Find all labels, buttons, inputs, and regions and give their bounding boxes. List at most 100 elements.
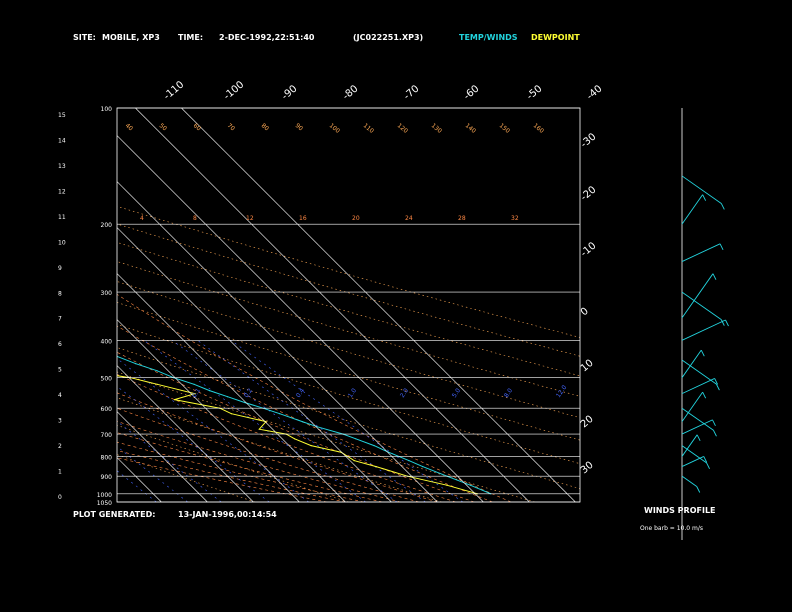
wind-barb — [681, 291, 722, 320]
moist-adiabat-line — [117, 407, 420, 502]
wind-barb — [681, 243, 721, 262]
temperature-point — [209, 390, 211, 392]
height-tick-label: 10 — [58, 239, 66, 246]
right-temperature-label: 20 — [579, 414, 596, 431]
wind-barb-flag — [702, 391, 707, 399]
pressure-tick-label: 500 — [101, 376, 113, 383]
dewpoint-point — [375, 466, 377, 468]
winds-profile-title: WINDS PROFILE — [644, 506, 716, 515]
isotherm-line — [116, 181, 438, 503]
theta-label: 70 — [226, 122, 236, 132]
wind-barb — [681, 445, 707, 464]
wind-barb-flag — [712, 419, 716, 427]
wind-barb — [681, 434, 698, 457]
dry-adiabat-line — [117, 424, 349, 502]
mixing-ratio-line — [117, 358, 309, 502]
height-tick-label: 0 — [58, 494, 62, 501]
theta-e-label: 20 — [352, 215, 360, 222]
temperature-point — [422, 466, 424, 468]
height-tick-label: 5 — [58, 367, 62, 374]
right-temperature-label: -10 — [579, 240, 599, 259]
pressure-tick-label: 200 — [101, 222, 113, 229]
pressure-tick-label: 1000 — [97, 492, 112, 499]
pressure-tick-label: 100 — [101, 106, 113, 113]
height-tick-label: 9 — [58, 265, 62, 272]
temperature-point — [355, 438, 357, 440]
height-tick-label: 14 — [58, 137, 66, 144]
isotherm-line — [116, 411, 208, 503]
dewpoint-point — [84, 370, 85, 371]
legend-temp-winds: TEMP/WINDS — [459, 33, 518, 42]
wind-barb-flag — [700, 349, 705, 357]
theta-label: 110 — [362, 122, 375, 135]
moist-adiabat-line — [117, 392, 438, 502]
theta-label: 150 — [498, 122, 511, 135]
theta-label: 60 — [192, 122, 202, 132]
temperature-point — [408, 460, 410, 462]
wind-barb-flag — [696, 486, 701, 493]
temperature-point — [244, 401, 246, 404]
theta-label: 90 — [294, 122, 304, 132]
mixing-ratio-line — [143, 340, 366, 502]
footer: PLOT GENERATED: 13-JAN-1996,00:14:54 — [73, 510, 277, 519]
wind-barb — [681, 419, 713, 435]
isotherm-line — [116, 227, 392, 503]
dewpoint-point — [310, 445, 312, 447]
dry-adiabat-line — [117, 324, 580, 465]
temperature-point — [92, 348, 93, 349]
theta-e-label: 16 — [299, 215, 307, 222]
wind-barb — [681, 391, 704, 422]
wind-barb-flag — [706, 462, 710, 470]
temperature-point — [45, 331, 46, 332]
temperature-point — [279, 413, 281, 415]
top-temperature-label: -70 — [402, 83, 422, 102]
time-value: 2-DEC-1992,22:51:40 — [219, 33, 315, 42]
mixing-ratio-label: 0.2 — [243, 387, 254, 399]
theta-label: 40 — [124, 122, 134, 132]
wind-barb-flag — [696, 434, 701, 442]
temperature-point — [373, 445, 375, 447]
height-tick-label: 3 — [58, 418, 62, 425]
moist-adiabat-line — [117, 457, 328, 502]
theta-e-label: 28 — [458, 215, 466, 222]
mixing-ratio-label: 5.0 — [451, 387, 462, 399]
theta-label: 50 — [158, 122, 168, 132]
right-temperature-label: 10 — [579, 358, 596, 375]
dewpoint-point — [258, 428, 260, 430]
theta-e-label: 24 — [405, 215, 413, 222]
isotherm-line — [116, 273, 346, 503]
temperature-point — [227, 396, 229, 398]
moist-adiabat-line — [117, 374, 456, 502]
mixing-ratio-label: 12.0 — [555, 384, 569, 399]
theta-e-label: 12 — [246, 215, 254, 222]
mixing-ratio-label: 8.0 — [503, 387, 514, 399]
wind-barb-flag — [716, 383, 720, 391]
dewpoint-point — [230, 413, 232, 415]
height-tick-label: 2 — [58, 443, 62, 450]
dewpoint-point — [353, 460, 355, 462]
dry-adiabat-line — [117, 397, 442, 502]
theta-label: 80 — [260, 122, 270, 132]
pressure-tick-label: 300 — [101, 290, 113, 297]
wind-barb — [681, 194, 704, 225]
mixing-ratio-label: 0.1 — [191, 387, 202, 399]
plot-area — [45, 206, 580, 502]
wind-barb-flag — [719, 243, 724, 250]
file-id: (JC022251.XP3) — [353, 33, 423, 42]
pressure-tick-label: 600 — [101, 406, 113, 413]
height-tick-label: 1 — [58, 469, 62, 476]
moist-adiabat-line — [117, 441, 364, 502]
plot-generated-label: PLOT GENERATED: — [73, 510, 155, 519]
dewpoint-point — [75, 359, 76, 360]
height-tick-label: 11 — [58, 214, 66, 221]
site-label: SITE: — [73, 33, 96, 42]
right-temperature-label: 0 — [579, 306, 591, 319]
top-temperature-label: -60 — [462, 83, 482, 102]
pressure-tick-label: 800 — [101, 454, 113, 461]
chart-layer: 0123456789101112131415100200300400500600… — [45, 79, 729, 540]
dry-adiabat-line — [117, 371, 535, 502]
wind-barb-flag — [725, 319, 729, 327]
theta-label: 130 — [430, 122, 443, 135]
pressure-tick-label: 700 — [101, 432, 113, 439]
wind-barb — [681, 456, 704, 468]
